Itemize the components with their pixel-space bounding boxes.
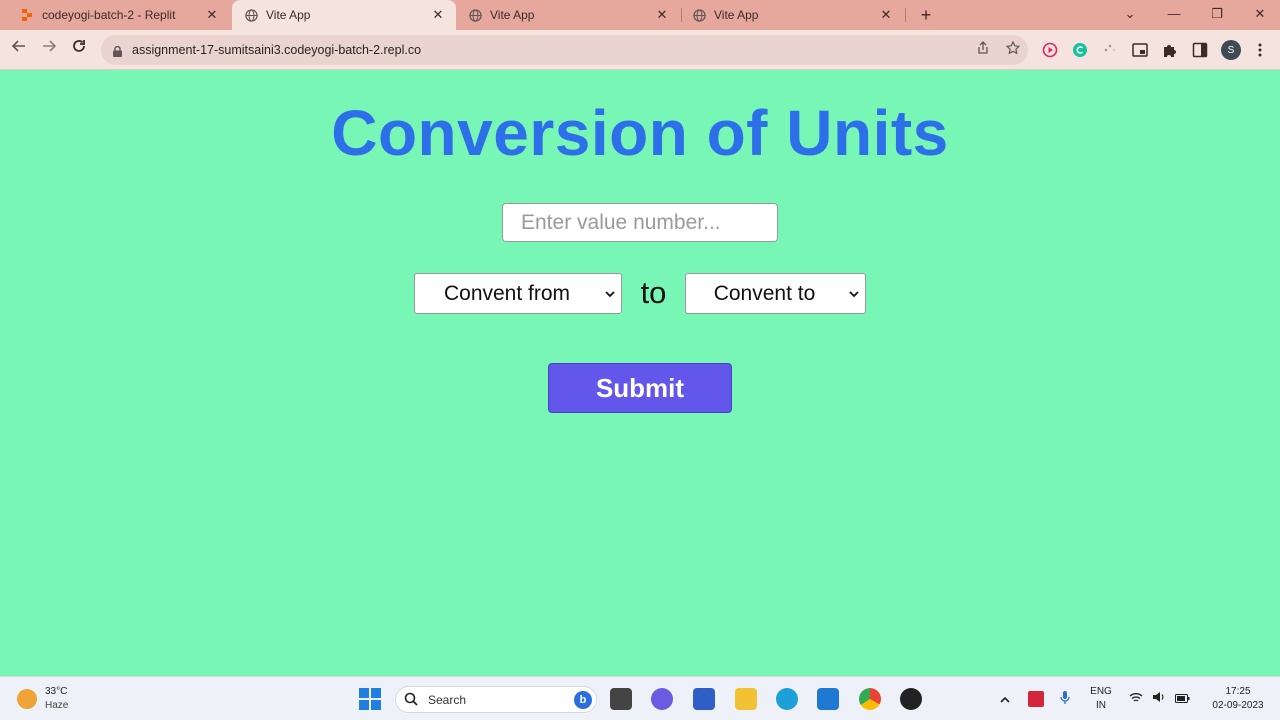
- clock-time[interactable]: 17:25: [1200, 686, 1276, 697]
- tab-search-dropdown-icon[interactable]: ⌄: [1108, 0, 1152, 30]
- globe-icon: [692, 8, 706, 22]
- windows-start-icon[interactable]: [359, 688, 381, 710]
- reload-icon[interactable]: [67, 38, 91, 62]
- volume-icon[interactable]: [1151, 691, 1167, 707]
- submit-button[interactable]: Submit: [548, 363, 732, 413]
- forward-arrow-icon[interactable]: [37, 38, 61, 62]
- to-label: to: [640, 275, 667, 310]
- tab-title: Vite App: [490, 8, 535, 22]
- region-indicator: IN: [1096, 700, 1106, 711]
- tab-title: Vite App: [266, 8, 311, 22]
- close-tab-icon[interactable]: ✕: [654, 7, 670, 23]
- value-number-input[interactable]: [502, 203, 778, 242]
- tab-strip: codeyogi-batch-2 - Replit ✕ Vite App ✕ V…: [0, 0, 1280, 30]
- page-title: Conversion of Units: [331, 97, 949, 169]
- globe-icon: [244, 8, 258, 22]
- new-tab-button[interactable]: +: [915, 4, 937, 26]
- chevron-down-icon: [599, 287, 621, 301]
- task-view-icon[interactable]: [610, 688, 632, 710]
- bing-icon: b: [574, 691, 592, 709]
- close-tab-icon[interactable]: ✕: [430, 7, 446, 23]
- edge-browser-icon[interactable]: [776, 688, 798, 710]
- taskbar-search[interactable]: Search b: [395, 686, 597, 713]
- globe-icon: [468, 8, 482, 22]
- convert-from-selected-value: Convent from: [443, 281, 571, 305]
- browser-toolbar: assignment-17-sumitsaini3.codeyogi-batch…: [0, 30, 1280, 70]
- lock-icon: [113, 44, 122, 57]
- tab-vite-app[interactable]: Vite App ✕: [680, 0, 904, 30]
- minimize-button[interactable]: —: [1152, 0, 1196, 30]
- wifi-icon[interactable]: [1128, 691, 1144, 707]
- tab-vite-app[interactable]: Vite App ✕: [456, 0, 680, 30]
- language-indicator[interactable]: ENG: [1085, 686, 1117, 697]
- battery-icon[interactable]: [1174, 691, 1190, 707]
- grammarly-extension-icon[interactable]: [1071, 41, 1089, 59]
- search-label: Search: [428, 693, 467, 707]
- profile-avatar[interactable]: S: [1221, 40, 1241, 60]
- weather-description: Haze: [45, 700, 69, 711]
- recording-tray-icon[interactable]: [1028, 691, 1044, 707]
- close-tab-icon[interactable]: ✕: [878, 7, 894, 23]
- mail-icon[interactable]: [817, 688, 839, 710]
- picture-in-picture-icon[interactable]: [1131, 41, 1149, 59]
- microphone-icon[interactable]: [1057, 691, 1073, 707]
- file-explorer-icon[interactable]: [735, 688, 757, 710]
- loading-extension-icon[interactable]: [1101, 41, 1119, 59]
- restore-button[interactable]: ❐: [1195, 0, 1239, 30]
- tab-replit[interactable]: codeyogi-batch-2 - Replit ✕: [8, 0, 230, 30]
- back-arrow-icon[interactable]: [7, 38, 31, 62]
- address-bar[interactable]: assignment-17-sumitsaini3.codeyogi-batch…: [101, 35, 1028, 65]
- tab-title: codeyogi-batch-2 - Replit: [42, 8, 176, 22]
- convert-from-select[interactable]: Convent from: [414, 273, 622, 314]
- replit-icon: [20, 8, 34, 22]
- record-extension-icon[interactable]: [1041, 41, 1059, 59]
- convert-to-select[interactable]: Convent to: [685, 273, 866, 314]
- side-panel-icon[interactable]: [1191, 41, 1209, 59]
- close-tab-icon[interactable]: ✕: [204, 7, 220, 23]
- extensions-puzzle-icon[interactable]: [1161, 41, 1179, 59]
- share-icon[interactable]: [974, 41, 992, 59]
- tab-title: Vite App: [714, 8, 759, 22]
- search-icon: [404, 692, 420, 708]
- bookmark-star-icon[interactable]: [1004, 40, 1022, 59]
- chat-icon[interactable]: [651, 688, 673, 710]
- close-window-button[interactable]: ✕: [1238, 0, 1280, 30]
- convert-to-selected-value: Convent to: [713, 281, 816, 305]
- url-text: assignment-17-sumitsaini3.codeyogi-batch…: [132, 43, 422, 57]
- obs-studio-icon[interactable]: [900, 688, 922, 710]
- more-menu-icon[interactable]: [1251, 41, 1269, 59]
- store-icon[interactable]: [693, 688, 715, 710]
- chevron-down-icon: [843, 287, 865, 301]
- show-hidden-icons-chevron-up-icon[interactable]: [997, 691, 1013, 707]
- chrome-browser-icon[interactable]: [859, 688, 881, 710]
- taskbar: 33°C Haze Search b ENG IN 17:25 02-09-20…: [0, 676, 1280, 720]
- weather-haze-icon[interactable]: [17, 689, 37, 709]
- tab-separator: [905, 8, 906, 22]
- weather-temperature: 33°C: [45, 686, 68, 697]
- clock-date: 02-09-2023: [1212, 700, 1264, 711]
- tab-vite-app-active[interactable]: Vite App ✕: [232, 0, 456, 30]
